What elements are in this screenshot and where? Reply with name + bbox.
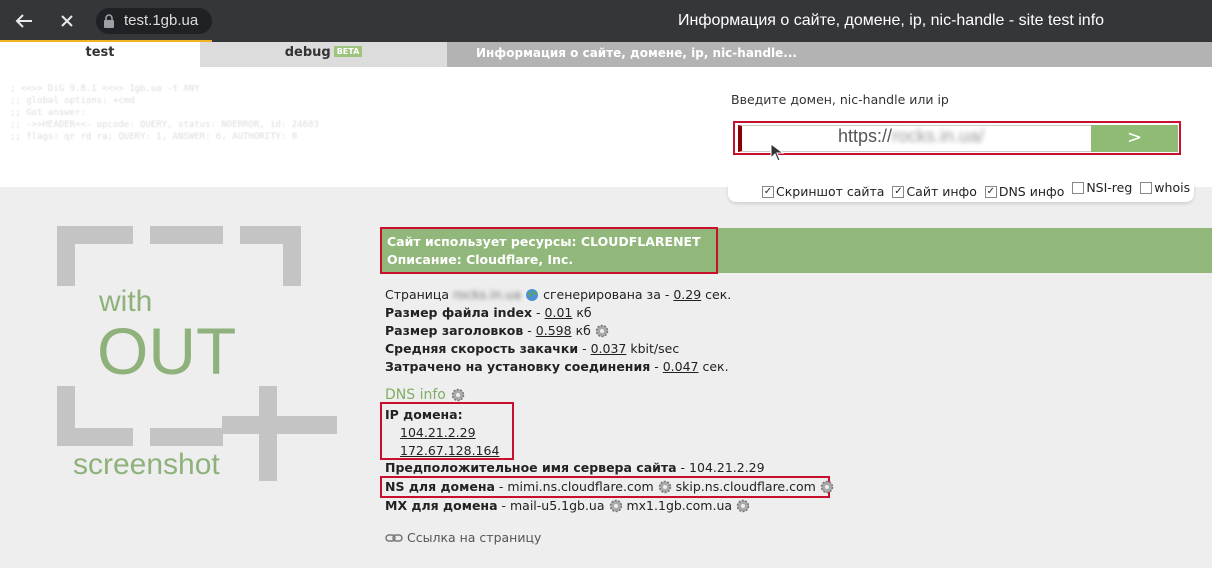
tab-debug[interactable]: debug BETA [200, 42, 447, 67]
log-line: ;; flags: qr rd ra; QUERY: 1, ANSWER: 6,… [10, 132, 298, 142]
option-label: whois [1154, 180, 1191, 195]
option-nsi-reg[interactable]: NSI-reg [1072, 180, 1132, 195]
stat-text: сгенерирована за - [543, 287, 670, 302]
stat-label: Размер файла index [385, 305, 533, 320]
index-size-link[interactable]: 0.01 [545, 305, 573, 320]
option-label: NSI-reg [1086, 180, 1133, 195]
ip-label: IP домена: [385, 407, 463, 422]
dig-log: ; <<>> DiG 9.8.1 <<>> 1gb.ua -t ANY ;; gl… [10, 83, 319, 143]
ip-link[interactable]: 104.21.2.29 [400, 425, 476, 440]
submit-button[interactable]: > [1091, 125, 1178, 152]
mx-value: mx1.1gb.com.ua [626, 498, 733, 513]
gear-icon[interactable] [736, 499, 750, 513]
page-link-label: Ссылка на страницу [406, 530, 542, 545]
dns-title-text: DNS info [385, 387, 446, 403]
ns-value: mimi.ns.cloudflare.com [507, 479, 654, 494]
connect-time-row: Затрачено на установку соединения - 0.04… [385, 359, 729, 374]
dns-info-title: DNS info [385, 387, 465, 403]
without-screenshot-logo: with OUT screenshot [57, 226, 337, 481]
arrow-left-icon[interactable] [12, 9, 36, 33]
address-bar[interactable]: test.1gb.ua [96, 8, 212, 34]
server-value: 104.21.2.29 [689, 460, 765, 475]
ip-label-text: IP домена: [385, 407, 463, 422]
mx-row: MX для домена - mail-u5.1gb.ua mx1.1gb.c… [385, 498, 750, 513]
search-input[interactable]: https://rocks.in.ua/ [738, 125, 1091, 152]
banner-description: Описание: Cloudflare, Inc. [387, 252, 574, 267]
page-domain: rocks.in.ua [453, 287, 522, 302]
log-line: ;; global options: +cmd [10, 96, 135, 106]
option-label: Скриншот сайта [776, 184, 885, 199]
logo-out-text: OUT [97, 314, 236, 388]
gear-icon[interactable] [820, 480, 834, 494]
chain-link-icon [385, 534, 403, 542]
headers-size-link[interactable]: 0.598 [536, 323, 572, 338]
stat-label: NS для домена [385, 479, 495, 494]
log-line: ;; ->>HEADER<<- opcode: QUERY, status: N… [10, 120, 319, 130]
stat-label: MX для домена [385, 498, 498, 513]
globe-icon [526, 289, 539, 301]
browser-toolbar: test.1gb.ua Информация о сайте, домене, … [0, 0, 1212, 43]
logo-screenshot-text: screenshot [73, 448, 220, 481]
download-speed-row: Средняя скорость закачки - 0.037 kbit/se… [385, 341, 680, 356]
tab-test-label: test [85, 45, 115, 60]
server-name-row: Предположительное имя сервера сайта - 10… [385, 460, 765, 475]
option-screenshot[interactable]: ✓ Скриншот сайта [762, 184, 884, 199]
lock-icon [104, 14, 114, 28]
page-link[interactable]: Ссылка на страницу [385, 530, 541, 545]
search-input-domain: rocks.in.ua/ [892, 126, 985, 146]
ns-value: skip.ns.cloudflare.com [675, 479, 816, 494]
checkbox-checked-icon[interactable]: ✓ [892, 185, 905, 198]
index-size-row: Размер файла index - 0.01 кб [385, 305, 592, 320]
ns-row: NS для домена - mimi.ns.cloudflare.com s… [385, 479, 834, 494]
gear-icon[interactable] [451, 388, 465, 402]
option-dns-info[interactable]: ✓ DNS инфо [984, 184, 1065, 199]
stat-unit: сек. [705, 287, 732, 302]
option-whois[interactable]: whois [1140, 180, 1190, 195]
checkbox-checked-icon[interactable]: ✓ [984, 185, 997, 198]
speed-link[interactable]: 0.037 [591, 341, 627, 356]
headers-size-row: Размер заголовков - 0.598 кб [385, 323, 609, 338]
checkbox-unchecked-icon[interactable] [1072, 181, 1085, 194]
stat-label: Размер заголовков [385, 323, 524, 338]
search-input-prefix: https:// [838, 126, 893, 146]
gear-icon[interactable] [658, 480, 672, 494]
stat-label: Затрачено на установку соединения [385, 359, 651, 374]
option-label: Сайт инфо [906, 184, 977, 199]
gear-icon[interactable] [595, 324, 609, 338]
connect-time-link[interactable]: 0.047 [663, 359, 699, 374]
tab-debug-label: debug [284, 45, 331, 60]
gear-icon[interactable] [609, 499, 623, 513]
option-site-info[interactable]: ✓ Сайт инфо [892, 184, 977, 199]
close-icon[interactable] [55, 9, 79, 33]
search-form: https://rocks.in.ua/ > [733, 121, 1181, 155]
tab-info[interactable]: Информация о сайте, домене, ip, nic-hand… [476, 42, 797, 67]
options-row: ✓ Скриншот сайта ✓ Сайт инфо ✓ DNS инфо NSI… [762, 180, 1194, 199]
checkbox-unchecked-icon[interactable] [1140, 181, 1153, 194]
checkbox-checked-icon[interactable]: ✓ [762, 185, 774, 198]
log-line: ; <<>> DiG 9.8.1 <<>> 1gb.ua -t ANY [10, 84, 200, 94]
stat-unit: кб [575, 323, 591, 338]
ip-link[interactable]: 172.67.128.164 [400, 443, 499, 458]
mouse-cursor-icon [770, 143, 785, 162]
stat-label: Страница [385, 287, 450, 302]
stat-unit: kbit/sec [630, 341, 680, 356]
stat-label: Средняя скорость закачки [385, 341, 579, 356]
stat-unit: сек. [702, 359, 729, 374]
search-label: Введите домен, nic-handle или ip [731, 92, 949, 107]
stat-unit: кб [576, 305, 592, 320]
tab-test[interactable]: test [0, 42, 200, 67]
stat-label: Предположительное имя сервера сайта [385, 460, 677, 475]
window-title: Информация о сайте, домене, ip, nic-hand… [678, 12, 1105, 29]
page-time-link[interactable]: 0.29 [673, 287, 701, 302]
banner-resources: Сайт использует ресурсы: CLOUDFLARENET [387, 234, 701, 249]
log-line: ;; Got answer: [10, 108, 86, 118]
mx-value: mail-u5.1gb.ua [509, 498, 605, 513]
beta-badge: BETA [333, 46, 363, 57]
tab-bar: test debug BETA Информация о сайте, домен… [0, 42, 1212, 67]
option-label: DNS инфо [998, 184, 1065, 199]
page-generated-row: Страница rocks.in.ua сгенерирована за - … [385, 287, 731, 302]
url-text: test.1gb.ua [124, 12, 199, 29]
